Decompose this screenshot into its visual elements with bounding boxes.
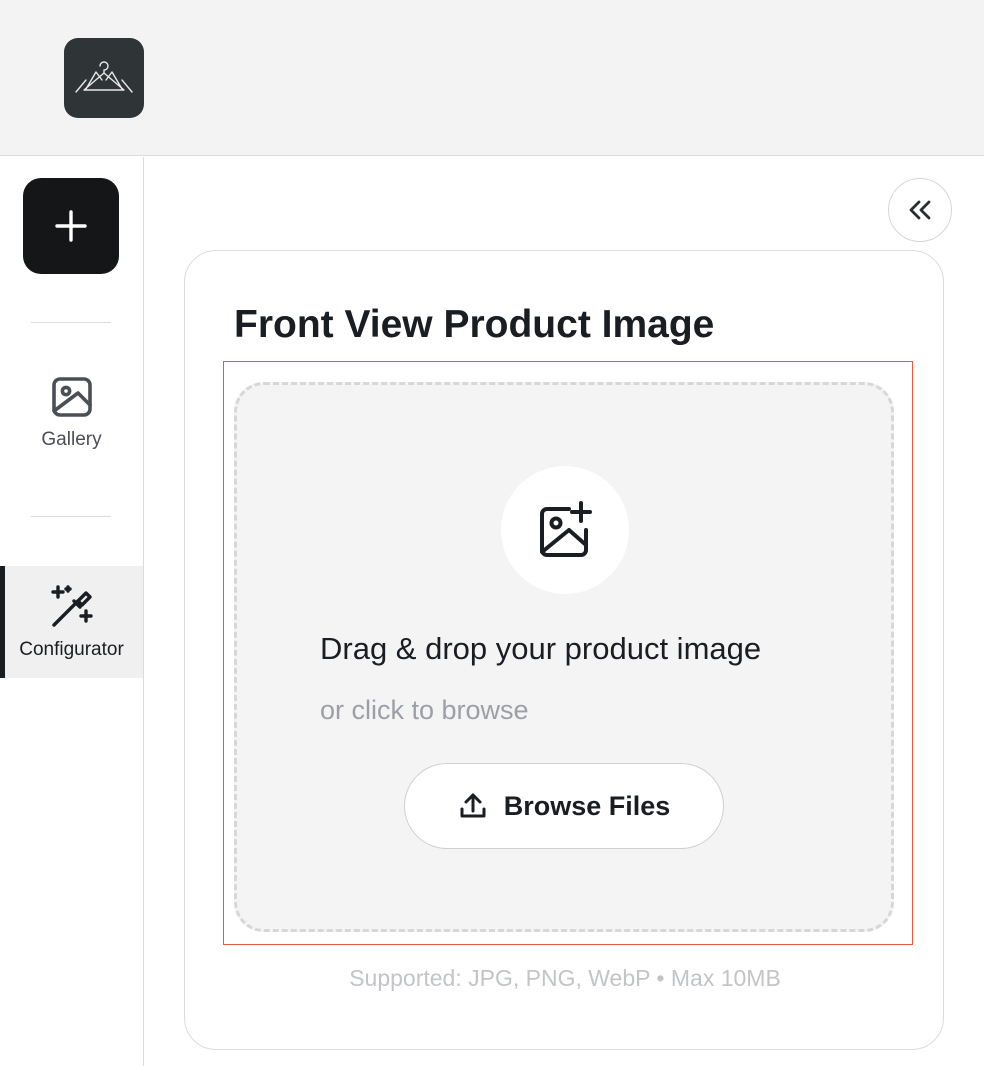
plus-icon xyxy=(55,210,87,242)
image-add-icon xyxy=(540,501,592,557)
hanger-logo-icon xyxy=(75,61,133,93)
browse-files-label: Browse Files xyxy=(503,790,671,821)
image-add-badge xyxy=(501,466,629,594)
dropzone-title: Drag & drop your product image xyxy=(320,631,762,666)
dropzone-subtitle: or click to browse xyxy=(320,695,529,725)
sidebar: Gallery Configurator xyxy=(0,157,144,1066)
browse-files-button[interactable]: Browse Files xyxy=(404,763,724,849)
sidebar-divider xyxy=(31,322,111,323)
card-title: Front View Product Image xyxy=(234,303,715,346)
image-dropzone[interactable]: Drag & drop your product image or click … xyxy=(234,382,894,932)
collapse-panel-button[interactable] xyxy=(888,178,952,242)
top-bar xyxy=(0,0,984,156)
image-icon xyxy=(51,377,92,417)
chevrons-left-icon xyxy=(909,200,931,220)
main-content: Front View Product Image Drag & drop you… xyxy=(145,157,984,1066)
upload-icon xyxy=(460,793,486,818)
new-item-button[interactable] xyxy=(23,178,119,274)
sidebar-item-configurator[interactable]: Configurator xyxy=(0,566,143,678)
sidebar-item-label: Gallery xyxy=(41,429,102,450)
upload-area-highlight: Drag & drop your product image or click … xyxy=(223,361,913,945)
sidebar-item-label: Configurator xyxy=(19,639,124,660)
upload-card: Front View Product Image Drag & drop you… xyxy=(184,250,944,1050)
magic-wand-icon xyxy=(50,585,93,627)
app-logo[interactable] xyxy=(64,38,144,118)
sidebar-divider xyxy=(31,516,111,517)
supported-formats-note: Supported: JPG, PNG, WebP • Max 10MB xyxy=(349,965,781,991)
sidebar-item-gallery[interactable]: Gallery xyxy=(0,357,143,469)
